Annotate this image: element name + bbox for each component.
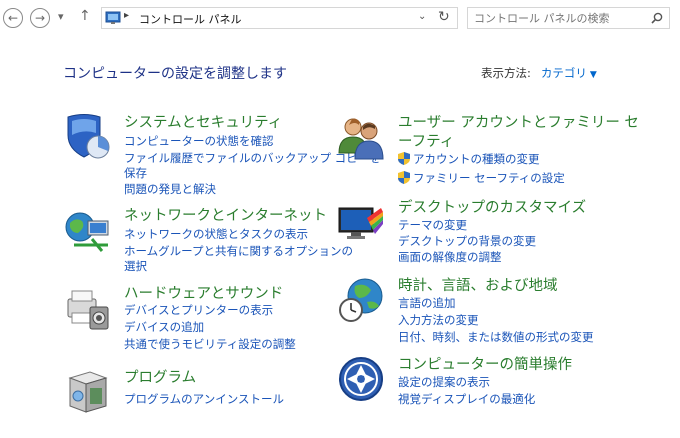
page-title: コンピューターの設定を調整します: [63, 66, 287, 82]
link-devices-printers[interactable]: デバイスとプリンターの表示: [124, 303, 273, 318]
arrow-right-icon: →: [34, 11, 46, 25]
search-input[interactable]: [474, 10, 644, 26]
refresh-icon[interactable]: ↻: [438, 9, 450, 25]
link-family-safety-settings[interactable]: ファミリー セーフティの設定: [398, 171, 565, 186]
back-button[interactable]: ←: [3, 8, 23, 28]
link-adjust-screen-resolution[interactable]: 画面の解像度の調整: [398, 250, 502, 265]
uac-shield-icon: [398, 152, 410, 165]
link-uninstall-program[interactable]: プログラムのアンインストール: [124, 392, 284, 407]
link-change-desktop-background[interactable]: デスクトップの背景の変更: [398, 234, 536, 249]
chevron-down-icon: ▾: [58, 10, 64, 23]
link-change-date-time-format[interactable]: 日付、時刻、または数値の形式の変更: [398, 330, 594, 345]
link-view-network-status[interactable]: ネットワークの状態とタスクの表示: [124, 227, 308, 242]
network-globe-icon[interactable]: [64, 207, 112, 255]
address-bar[interactable]: ▸ コントロール パネル ⌄ ↻: [101, 7, 458, 29]
search-icon[interactable]: [651, 12, 663, 24]
link-homegroup-sharing[interactable]: ホームグループと共有に関するオプションの: [124, 244, 353, 259]
category-title-clock-language-region[interactable]: 時計、言語、および地域: [398, 277, 558, 295]
category-title-system-security[interactable]: システムとセキュリティ: [124, 114, 282, 132]
link-add-language[interactable]: 言語の追加: [398, 296, 456, 311]
view-by-label: 表示方法:: [481, 66, 531, 80]
link-change-account-type-label: アカウントの種類の変更: [413, 152, 540, 166]
control-panel-icon: [105, 11, 121, 24]
link-settings-suggestions[interactable]: 設定の提案の表示: [398, 375, 490, 390]
category-title-hardware-sound[interactable]: ハードウェアとサウンド: [124, 285, 283, 303]
printer-camera-icon[interactable]: [64, 285, 112, 333]
category-title-user-accounts-cont[interactable]: ーフティ: [398, 133, 454, 151]
link-homegroup-sharing-cont[interactable]: 選択: [124, 259, 147, 274]
forward-button[interactable]: →: [30, 8, 50, 28]
users-icon[interactable]: [337, 113, 385, 161]
desktop-customization-icon[interactable]: [337, 198, 385, 246]
chevron-down-icon[interactable]: ▼: [590, 70, 597, 80]
program-box-icon[interactable]: [64, 368, 112, 416]
navigation-bar: ← → ▾ ↑ ▸ コントロール パネル ⌄ ↻: [0, 0, 680, 38]
uac-shield-icon: [398, 171, 410, 184]
arrow-up-icon: ↑: [79, 8, 91, 24]
up-button[interactable]: ↑: [79, 8, 91, 24]
category-title-ease-of-access[interactable]: コンピューターの簡単操作: [398, 356, 572, 374]
link-check-computer-status[interactable]: コンピューターの状態を確認: [124, 134, 274, 149]
category-title-desktop-customization[interactable]: デスクトップのカスタマイズ: [398, 199, 586, 217]
arrow-left-icon: ←: [7, 11, 19, 25]
link-file-history-backup-cont[interactable]: 保存: [124, 166, 147, 181]
link-change-account-type[interactable]: アカウントの種類の変更: [398, 152, 540, 167]
breadcrumb-separator-icon[interactable]: ▸: [124, 10, 129, 21]
category-title-programs[interactable]: プログラム: [124, 369, 196, 387]
address-dropdown-icon[interactable]: ⌄: [418, 11, 426, 22]
shield-pie-icon[interactable]: [64, 113, 112, 161]
breadcrumb-control-panel[interactable]: コントロール パネル: [139, 11, 242, 27]
category-title-user-accounts[interactable]: ユーザー アカウントとファミリー セ: [398, 114, 639, 132]
search-box[interactable]: [467, 7, 670, 29]
view-by: 表示方法: カテゴリ ▼: [481, 65, 597, 81]
ease-of-access-icon[interactable]: [337, 355, 385, 403]
recent-locations-button[interactable]: ▾: [58, 10, 64, 23]
link-change-input-method[interactable]: 入力方法の変更: [398, 313, 479, 328]
link-troubleshoot[interactable]: 問題の発見と解決: [124, 182, 216, 197]
globe-clock-icon[interactable]: [337, 276, 385, 324]
link-add-device[interactable]: デバイスの追加: [124, 320, 204, 335]
link-mobility-settings[interactable]: 共通で使うモビリティ設定の調整: [124, 337, 296, 352]
link-family-safety-settings-label: ファミリー セーフティの設定: [413, 171, 565, 185]
link-change-theme[interactable]: テーマの変更: [398, 218, 467, 233]
view-by-dropdown[interactable]: カテゴリ: [541, 66, 587, 80]
link-optimize-visual-display[interactable]: 視覚ディスプレイの最適化: [398, 392, 535, 407]
category-title-network-internet[interactable]: ネットワークとインターネット: [124, 207, 327, 225]
